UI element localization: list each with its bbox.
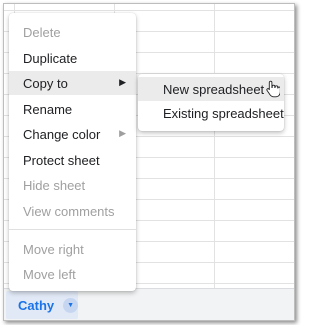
menu-item-view-comments[interactable]: View comments	[9, 199, 136, 223]
copy-to-submenu: New spreadsheet Existing spreadsheet	[138, 74, 284, 131]
menu-item-label: Move left	[23, 266, 76, 282]
sheet-tab-name: Cathy	[18, 297, 55, 313]
hand-pointer-icon	[266, 80, 280, 98]
submenu-item-new-spreadsheet[interactable]: New spreadsheet	[138, 77, 284, 101]
chevron-down-icon[interactable]: ▼	[63, 297, 78, 313]
submenu-item-existing-spreadsheet[interactable]: Existing spreadsheet	[138, 101, 284, 125]
menu-item-copy-to[interactable]: Copy to ▶	[9, 71, 136, 95]
submenu-item-label: Existing spreadsheet	[163, 105, 284, 121]
submenu-arrow-icon: ▶	[119, 77, 126, 87]
sheet-bar: Cathy ▼	[4, 288, 294, 320]
submenu-arrow-icon: ▶	[119, 128, 126, 138]
menu-item-delete[interactable]: Delete	[9, 20, 136, 44]
sheet-tab[interactable]: Cathy ▼	[6, 291, 78, 319]
menu-item-label: Change color	[23, 126, 101, 142]
menu-item-label: Protect sheet	[23, 152, 100, 168]
menu-item-change-color[interactable]: Change color ▶	[9, 122, 136, 146]
menu-item-label: Rename	[23, 101, 73, 117]
menu-item-move-right[interactable]: Move right	[9, 237, 136, 261]
menu-item-duplicate[interactable]: Duplicate	[9, 46, 136, 70]
menu-item-label: Copy to	[23, 75, 68, 91]
menu-item-move-left[interactable]: Move left	[9, 262, 136, 286]
menu-item-hide-sheet[interactable]: Hide sheet	[9, 173, 136, 197]
menu-divider	[9, 229, 136, 230]
menu-item-label: Move right	[23, 241, 84, 257]
menu-item-label: Duplicate	[23, 50, 78, 66]
menu-item-label: View comments	[23, 203, 115, 219]
menu-item-label: Hide sheet	[23, 177, 86, 193]
menu-item-label: Delete	[23, 24, 61, 40]
submenu-item-label: New spreadsheet	[163, 81, 265, 97]
sheet-context-menu: Delete Duplicate Copy to ▶ Rename Change…	[9, 13, 136, 291]
screenshot-frame: Cathy ▼ Delete Duplicate Copy to ▶ Renam…	[3, 3, 295, 321]
menu-item-protect-sheet[interactable]: Protect sheet	[9, 148, 136, 172]
menu-item-rename[interactable]: Rename	[9, 97, 136, 121]
